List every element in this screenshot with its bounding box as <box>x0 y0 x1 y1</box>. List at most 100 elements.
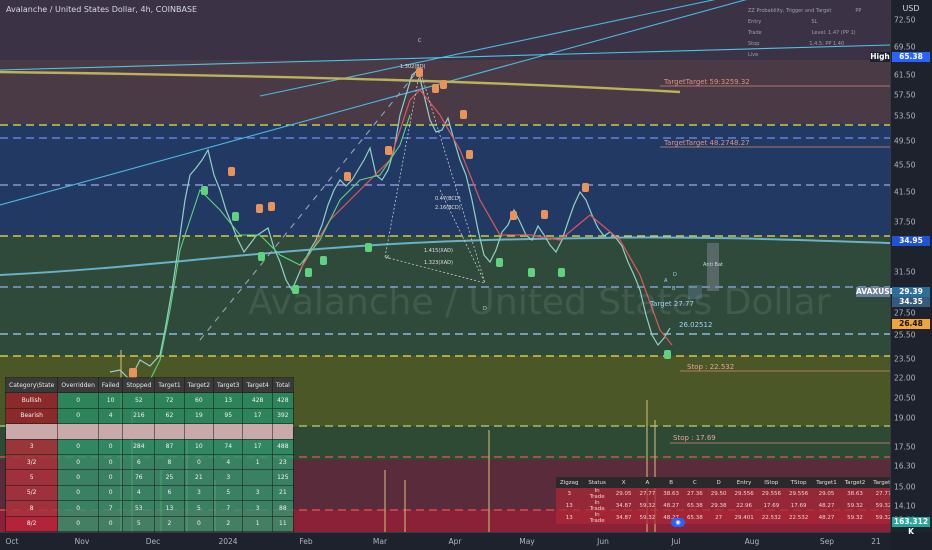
price-tick: 20.50 <box>894 393 916 403</box>
gear-icon[interactable] <box>0 532 10 550</box>
stats-cell: 5/2 <box>4 484 59 502</box>
stats-cell: 19 <box>183 407 215 425</box>
stats-header-cell: Target4 <box>242 376 273 394</box>
symbol-price-tag: 29.39 <box>892 287 930 297</box>
price-tick: 16.30 <box>894 461 916 471</box>
zigzag-header-cell: TStop <box>784 477 813 488</box>
point-a: A <box>664 278 668 284</box>
zigzag-cell: 38.63 <box>840 488 870 500</box>
stats-cell: 13 <box>154 500 185 517</box>
price-tick: 15.00 <box>894 482 916 492</box>
zigzag-cell: 48.27 <box>659 500 683 512</box>
stats-cell: 0 <box>57 407 99 425</box>
legend-line-3: Trade <box>748 30 762 36</box>
stats-cell <box>213 423 244 440</box>
stats-cell: 7 <box>213 500 244 517</box>
zigzag-cell: 27.36 <box>682 488 707 500</box>
zigzag-header-cell: Entry <box>730 477 758 488</box>
target-label-1: TargetTarget 59:3259.32 <box>664 78 750 86</box>
stats-cell: 3 <box>213 469 244 486</box>
zigzag-cell: 59.32 <box>635 512 660 524</box>
stats-row: 3/2 0 0 6 8 0 4 1 23 <box>4 453 294 471</box>
price-tick: 49.50 <box>894 136 916 146</box>
stats-row: Bullish 0 10 52 72 60 13 428 428 <box>4 392 294 409</box>
zigzag-cell: 27 <box>706 512 731 524</box>
stats-cell: 10 <box>97 392 124 409</box>
stats-cell: 6 <box>154 484 185 502</box>
stop-label-1: Stop : 22.532 <box>687 363 735 371</box>
stats-cell: 0 <box>97 453 124 471</box>
high-tag-label: High <box>870 52 890 62</box>
currency-label[interactable]: USD <box>890 4 932 13</box>
stats-cell: 11 <box>271 515 294 532</box>
chart-window: Avalanche / United States Dollar, 4h, CO… <box>0 0 932 550</box>
stats-cell: 0 <box>57 469 99 486</box>
zigzag-cell: 29.05 <box>812 488 841 500</box>
stats-cell: 5 <box>122 515 156 532</box>
stats-cell: 17 <box>242 407 273 425</box>
zigzag-header-cell: Target2 <box>840 477 870 488</box>
price-axis[interactable] <box>890 0 932 532</box>
stats-cell: 8 <box>154 453 185 471</box>
stats-cell <box>57 423 99 440</box>
stats-cell <box>122 423 156 440</box>
stats-cell <box>154 423 185 440</box>
zigzag-cell: 29.38 <box>706 500 731 512</box>
price-tick: 27.50 <box>894 308 916 318</box>
stats-cell: 4 <box>213 453 244 471</box>
zigzag-cell: 34.87 <box>611 512 636 524</box>
stats-table-header: Category\State Overridden Failed Stopped Tar… <box>4 376 294 394</box>
zigzag-header-cell: B <box>659 477 683 488</box>
stats-cell: 74 <box>213 438 244 455</box>
stats-cell: 87 <box>154 438 185 455</box>
stats-row: 8/2 0 0 5 2 0 2 1 11 <box>4 515 294 532</box>
stats-cell: 0 <box>57 453 99 471</box>
zigzag-header-cell: X <box>611 477 636 488</box>
stats-cell: 3 <box>183 484 215 502</box>
zigzag-header-cell: Zigzag <box>556 477 583 488</box>
stats-cell: 88 <box>271 500 294 517</box>
zigzag-cell: In Trade <box>582 512 612 524</box>
zigzag-cell: In Trade <box>582 500 612 512</box>
zigzag-cell: 59.32 <box>635 500 660 512</box>
zigzag-cell: 48.27 <box>812 500 841 512</box>
zigzag-row: 13 In Trade 34.87 59.32 48.27 65.38 27 29.401 22… <box>556 512 932 524</box>
zigzag-cell: 38.63 <box>659 488 683 500</box>
high-tag-value: 65.38 <box>892 52 930 62</box>
price-tick: 19.00 <box>894 413 916 423</box>
price-tick: 45.50 <box>894 160 916 170</box>
zigzag-header-cell: D <box>706 477 731 488</box>
zigzag-cell: 65.38 <box>682 512 707 524</box>
legend-value-3: Level: 1.47 (PP 1) <box>811 30 856 36</box>
zigzag-cell: 29.401 <box>730 512 758 524</box>
stats-cell: 62 <box>154 407 185 425</box>
legend-value-1: PP <box>855 8 862 14</box>
zigzag-table-header: Zigzag Status X A B C D Entry IStop TStop Target1 T… <box>556 477 932 488</box>
stats-cell: 60 <box>183 392 215 409</box>
point-b: B <box>672 286 676 292</box>
zigzag-cell: 27.77 <box>635 488 660 500</box>
fib-label-4: 0.47(BCD) <box>435 196 461 202</box>
stats-cell: 17 <box>242 438 273 455</box>
stats-cell: 0 <box>97 438 124 455</box>
fib-label-3: 1.323(XAD) <box>424 260 453 266</box>
pattern-stats-table: Category\State Overridden Failed Stopped Tar… <box>4 376 294 550</box>
stats-row <box>4 423 294 440</box>
stats-cell <box>4 423 59 440</box>
price-tag-3: 26.48 <box>892 319 930 329</box>
time-tick: Apr <box>448 537 462 546</box>
zigzag-cell: 13 <box>556 500 583 512</box>
stats-cell: 5 <box>4 469 59 486</box>
stats-cell <box>271 423 294 440</box>
flag-icon[interactable]: ◉ <box>671 518 685 527</box>
band-upper-brown <box>0 60 890 124</box>
stats-cell: 7 <box>97 500 124 517</box>
time-tick: Aug <box>744 537 760 546</box>
stats-cell: 0 <box>183 453 215 471</box>
price-tick: 22.00 <box>894 373 916 383</box>
stats-cell: 1 <box>242 453 273 471</box>
price-tick: 57.50 <box>894 90 916 100</box>
stats-cell: 95 <box>213 407 244 425</box>
stats-cell: 125 <box>271 469 294 486</box>
legend-value-4: 1.4.5: PP 1.40 <box>809 41 845 47</box>
